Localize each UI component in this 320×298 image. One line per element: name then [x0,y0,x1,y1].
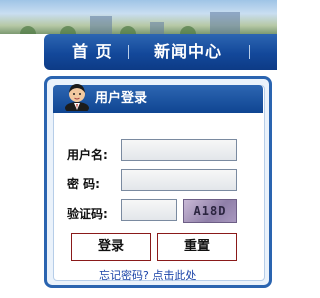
banner-tree [60,26,76,34]
login-button[interactable]: 登录 [71,233,151,261]
password-label: 密 码: [67,177,100,191]
nav-item-home[interactable]: 首 页 [72,34,113,70]
captcha-image[interactable]: A18D [183,199,237,223]
main-nav: 首 页 新闻中心 [44,34,277,70]
banner-building [90,16,112,34]
banner-building [210,12,240,34]
banner-tree [20,26,36,34]
captcha-label: 验证码: [67,207,108,221]
banner-building [150,22,164,34]
header-banner [0,0,277,34]
reset-button[interactable]: 重置 [157,233,237,261]
forgot-password-link[interactable]: 忘记密码? 点击此处 [99,267,196,283]
password-field[interactable] [121,169,237,191]
banner-tree [180,26,196,34]
username-field[interactable] [121,139,237,161]
banner-tree [120,26,136,34]
user-avatar-icon [65,84,89,111]
login-title: 用户登录 [95,91,148,106]
login-panel-header: 用户登录 [53,84,263,113]
nav-separator [128,45,129,59]
nav-separator [249,45,250,59]
nav-item-news[interactable]: 新闻中心 [154,34,222,70]
login-panel: 用户登录 用户名: 密 码: 验证码: A18D 登录 重置 忘记密码? 点击此… [44,76,272,288]
captcha-field[interactable] [121,199,177,221]
username-label: 用户名: [67,148,108,162]
